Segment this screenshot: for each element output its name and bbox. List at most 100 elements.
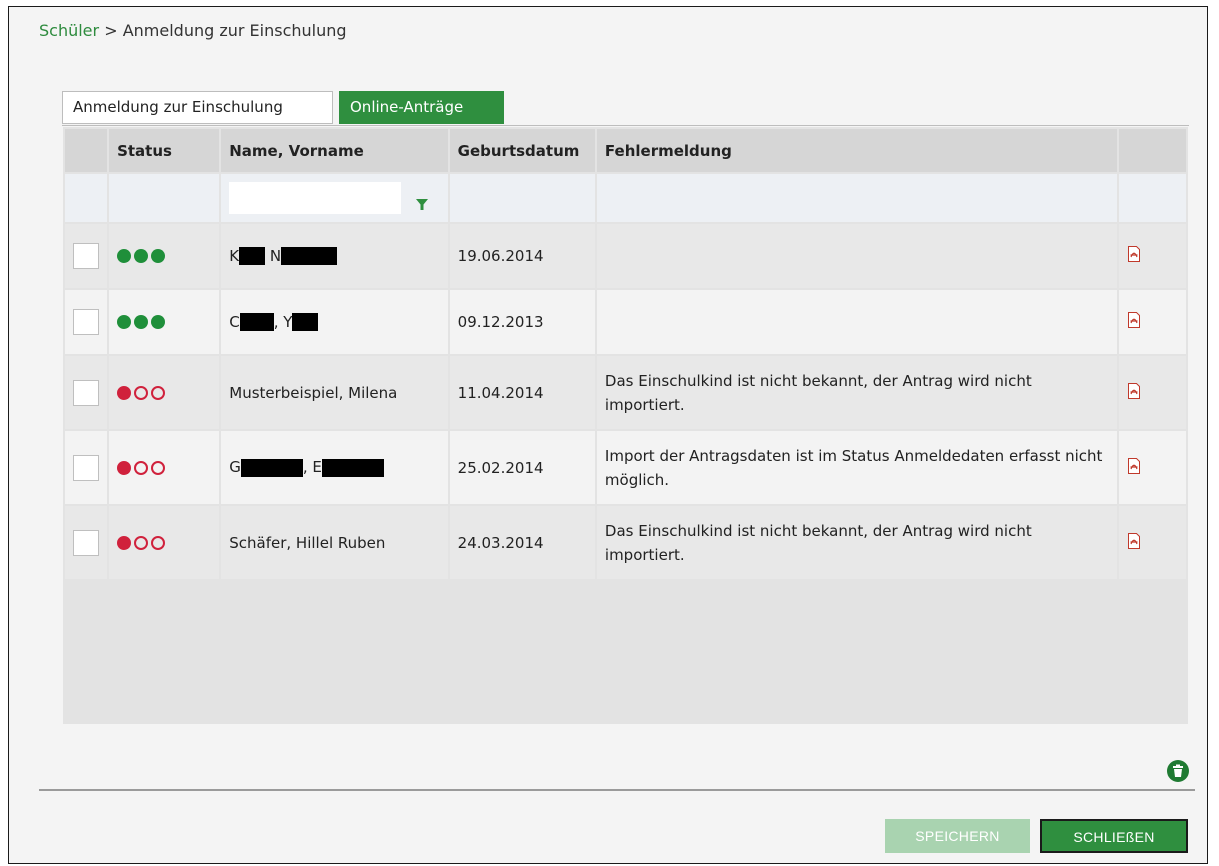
status-dot-icon — [117, 385, 132, 400]
status-dot-icon — [134, 249, 149, 263]
birthdate-cell: 11.04.2014 — [449, 356, 595, 429]
status-dot-icon — [134, 535, 149, 550]
status-dot-icon — [117, 460, 132, 475]
filter-cell — [1118, 174, 1186, 222]
birthdate-cell: 24.03.2014 — [449, 506, 595, 579]
tab-anmeldung-zur-einschulung[interactable]: Anmeldung zur Einschulung — [62, 91, 333, 124]
select-cell — [65, 431, 108, 504]
trash-icon[interactable] — [1166, 759, 1190, 783]
save-button[interactable]: SPEICHERN — [885, 819, 1030, 853]
status-indicator-error — [117, 385, 211, 400]
status-indicator-error — [117, 460, 211, 475]
tab-bar: Anmeldung zur Einschulung Online-Anträge — [62, 91, 1189, 126]
birthdate-cell: 25.02.2014 — [449, 431, 595, 504]
actions-cell — [1118, 506, 1186, 579]
error-message-cell: Das Einschulkind ist nicht bekannt, der … — [596, 356, 1117, 429]
status-dot-icon — [117, 249, 132, 263]
column-header-error[interactable]: Fehlermeldung — [596, 129, 1117, 172]
pdf-icon[interactable] — [1127, 457, 1141, 474]
table-row[interactable]: C , Y 09.12.2013 — [65, 290, 1186, 354]
pdf-icon[interactable] — [1127, 382, 1141, 399]
status-dot-icon — [151, 460, 166, 475]
filter-cell — [109, 174, 220, 222]
table-row[interactable]: G , E 25.02.2014 Import der Antragsdaten … — [65, 431, 1186, 504]
select-cell — [65, 224, 108, 288]
name-filter-input[interactable] — [229, 182, 402, 214]
pdf-icon[interactable] — [1127, 532, 1141, 549]
status-dot-icon — [134, 315, 149, 329]
error-message-cell — [596, 224, 1117, 288]
close-button[interactable]: SCHLIEßEN — [1040, 819, 1188, 853]
error-message-cell: Das Einschulkind ist nicht bekannt, der … — [596, 506, 1117, 579]
filter-cell-name — [221, 174, 448, 222]
breadcrumb-separator: > — [104, 21, 118, 40]
name-fragment: N — [269, 246, 282, 265]
applications-grid: Status Name, Vorname Geburtsdatum Fehler… — [63, 127, 1188, 724]
column-header-name[interactable]: Name, Vorname — [221, 129, 448, 172]
column-header-status[interactable]: Status — [109, 129, 220, 172]
breadcrumb-link-schueler[interactable]: Schüler — [39, 21, 99, 40]
name-cell: C , Y — [221, 290, 448, 354]
filter-cell — [449, 174, 595, 222]
select-cell — [65, 506, 108, 579]
pdf-icon[interactable] — [1127, 246, 1141, 262]
column-header-actions — [1118, 129, 1186, 172]
birthdate-cell: 09.12.2013 — [449, 290, 595, 354]
redaction-block — [239, 247, 266, 266]
tab-online-antraege[interactable]: Online-Anträge — [339, 91, 504, 124]
status-indicator-error — [117, 535, 211, 550]
filter-cell — [596, 174, 1117, 222]
filter-cell — [65, 174, 108, 222]
row-checkbox[interactable] — [73, 454, 99, 481]
breadcrumb-current: Anmeldung zur Einschulung — [122, 21, 347, 40]
row-checkbox[interactable] — [73, 529, 99, 556]
select-cell — [65, 290, 108, 354]
status-dot-icon — [151, 535, 166, 550]
name-fragment: K — [229, 246, 240, 265]
table-row[interactable]: Schäfer, Hillel Ruben 24.03.2014 Das Ein… — [65, 506, 1186, 579]
status-dot-icon — [134, 460, 149, 475]
footer-divider — [39, 789, 1195, 791]
status-cell — [109, 506, 220, 579]
table-row[interactable]: K N 19.06.2014 — [65, 224, 1186, 288]
name-cell: K N — [221, 224, 448, 288]
status-indicator-ok — [117, 315, 211, 329]
error-message-cell — [596, 290, 1117, 354]
name-cell: G , E — [221, 431, 448, 504]
name-fragment: C — [229, 312, 240, 331]
status-cell — [109, 356, 220, 429]
redaction-block — [239, 313, 274, 332]
breadcrumb: Schüler > Anmeldung zur Einschulung — [39, 21, 347, 40]
redaction-block — [292, 313, 319, 332]
row-checkbox[interactable] — [73, 243, 99, 269]
actions-cell — [1118, 224, 1186, 288]
error-message-cell: Import der Antragsdaten ist im Status An… — [596, 431, 1117, 504]
column-header-select — [65, 129, 108, 172]
birthdate-cell: 19.06.2014 — [449, 224, 595, 288]
name-cell: Schäfer, Hillel Ruben — [221, 506, 448, 579]
table-row[interactable]: Musterbeispiel, Milena 11.04.2014 Das Ei… — [65, 356, 1186, 429]
status-cell — [109, 290, 220, 354]
actions-cell — [1118, 290, 1186, 354]
status-cell — [109, 431, 220, 504]
row-checkbox[interactable] — [73, 379, 99, 406]
column-header-birthdate[interactable]: Geburtsdatum — [449, 129, 595, 172]
actions-cell — [1118, 356, 1186, 429]
row-checkbox[interactable] — [73, 309, 99, 335]
status-cell — [109, 224, 220, 288]
name-fragment: , Y — [273, 312, 293, 331]
name-fragment: , E — [302, 458, 322, 477]
name-cell: Musterbeispiel, Milena — [221, 356, 448, 429]
status-dot-icon — [117, 315, 132, 329]
dialog-frame: Schüler > Anmeldung zur Einschulung Anme… — [8, 6, 1208, 864]
pdf-icon[interactable] — [1127, 312, 1141, 328]
funnel-icon[interactable] — [415, 198, 429, 212]
status-dot-icon — [151, 385, 166, 400]
actions-cell — [1118, 431, 1186, 504]
status-dot-icon — [151, 315, 166, 329]
status-dot-icon — [117, 535, 132, 550]
filter-row — [65, 174, 1186, 222]
redaction-block — [240, 458, 303, 477]
select-cell — [65, 356, 108, 429]
name-fragment: G — [229, 458, 241, 477]
